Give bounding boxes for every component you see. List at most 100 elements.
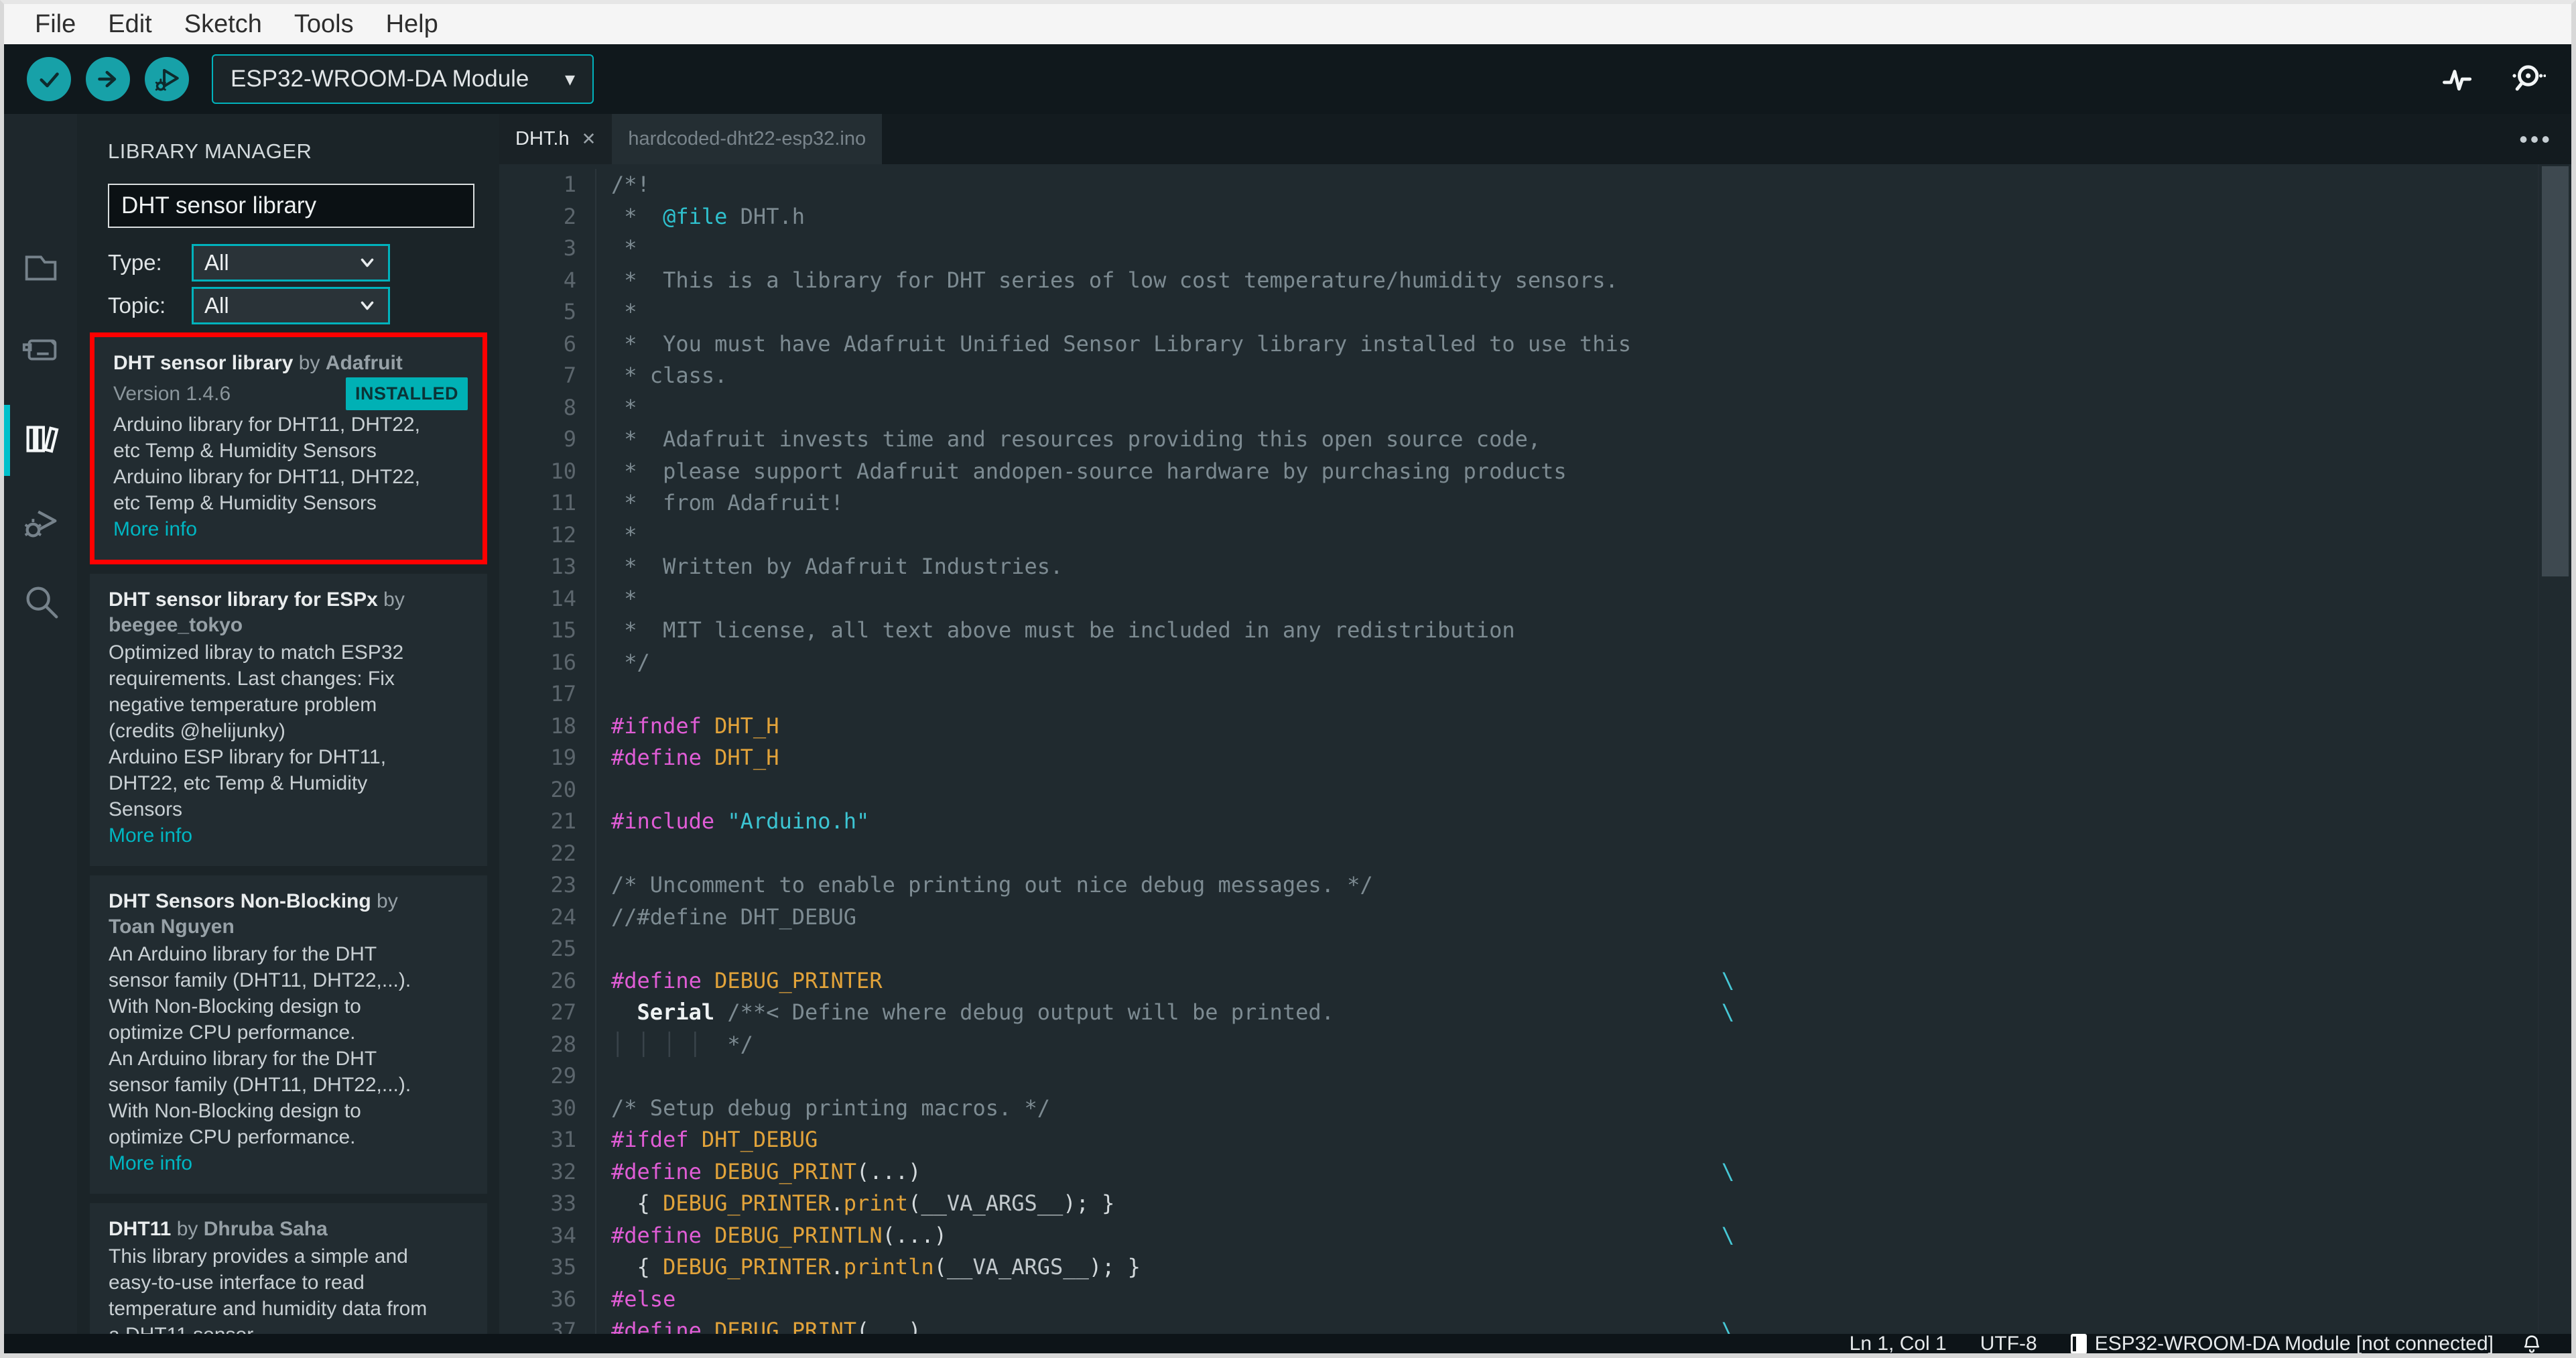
line-number: 14 [499, 582, 596, 615]
code-line: 18 #ifndef DHT_H [499, 710, 2571, 742]
code-line: 7 * class. [499, 360, 2571, 392]
scrollbar-thumb[interactable] [2542, 166, 2569, 576]
library-card-title: beegee_tokyo [109, 614, 243, 636]
debug-button[interactable] [145, 57, 189, 101]
cursor-position[interactable]: Ln 1, Col 1 [1850, 1333, 1947, 1354]
line-number: 16 [499, 646, 596, 678]
line-number: 23 [499, 869, 596, 902]
toolbar: ESP32-WROOM-DA Module ▾ [4, 44, 2571, 114]
library-card-0[interactable]: DHT sensor library by Adafruit Version 1.… [90, 332, 487, 564]
code-line: 11 * from Adafruit! [499, 487, 2571, 519]
code-line: 10 * please support Adafruit andopen-sou… [499, 455, 2571, 487]
code-line: 13 * Written by Adafruit Industries. [499, 551, 2571, 583]
more-info-link[interactable]: More info [109, 1150, 472, 1176]
code-line: 28 │ │ │ │ */ [499, 1028, 2571, 1060]
line-number: 1 [499, 169, 596, 201]
boards-manager-icon [20, 329, 62, 374]
line-number: 7 [499, 360, 596, 392]
topic-filter-row: Topic: All [108, 287, 499, 324]
activity-bar [4, 114, 77, 1334]
sidebar-item-search[interactable] [4, 574, 77, 634]
topic-filter-select[interactable]: All [192, 287, 390, 324]
library-description: This library provides a simple and easy-t… [109, 1245, 428, 1334]
tab-DHT.h[interactable]: DHT.h ✕ [499, 114, 613, 164]
menu-item-help[interactable]: Help [370, 4, 454, 44]
library-description: An Arduino library for the DHT sensor fam… [109, 943, 411, 1148]
code-line: 23/* Uncomment to enable printing out ni… [499, 869, 2571, 902]
board-chip-icon [2070, 1333, 2087, 1353]
more-info-link[interactable]: More info [109, 822, 472, 849]
library-card-1[interactable]: DHT sensor library for ESPx by beegee_tok… [90, 574, 487, 866]
type-filter-select[interactable]: All [192, 244, 390, 282]
line-number: 8 [499, 391, 596, 424]
line-number: 35 [499, 1251, 596, 1284]
code-line: 8 * [499, 391, 2571, 424]
line-number: 9 [499, 424, 596, 456]
library-card-2[interactable]: DHT Sensors Non-Blocking by Toan Nguyen An… [90, 875, 487, 1194]
board-selector[interactable]: ESP32-WROOM-DA Module ▾ [212, 54, 594, 104]
line-number: 37 [499, 1315, 596, 1334]
encoding[interactable]: UTF-8 [1980, 1333, 2037, 1354]
sidebar-item-boards-manager[interactable] [4, 321, 77, 381]
line-number: 34 [499, 1219, 596, 1251]
chevron-down-icon [361, 301, 374, 310]
menu-item-file[interactable]: File [19, 4, 92, 44]
board-status[interactable]: ESP32-WROOM-DA Module [not connected] [2070, 1333, 2494, 1353]
chevron-down-icon [361, 258, 374, 267]
tab-label: hardcoded-dht22-esp32.ino [628, 128, 866, 149]
more-info-link[interactable]: More info [113, 516, 468, 542]
code-line: 5 * [499, 296, 2571, 328]
code-line: 26 #define DEBUG_PRINTER \ [499, 965, 2571, 997]
line-number: 36 [499, 1283, 596, 1315]
code-line: 31 #ifdef DHT_DEBUG [499, 1124, 2571, 1156]
code-line: 22 [499, 837, 2571, 869]
verify-button[interactable] [27, 57, 71, 101]
code-line: 33 { DEBUG_PRINTER.print(__VA_ARGS__); } [499, 1188, 2571, 1220]
code-line: 27 Serial /**< Define where debug output… [499, 997, 2571, 1029]
code-editor[interactable]: 1/*! 2 * @file DHT.h 3 * 4 * This is a libr… [499, 164, 2571, 1334]
menu-item-edit[interactable]: Edit [92, 4, 168, 44]
line-number: 5 [499, 296, 596, 328]
line-number: 25 [499, 933, 596, 965]
line-number: 29 [499, 1060, 596, 1093]
menu-item-sketch[interactable]: Sketch [168, 4, 278, 44]
library-description: Arduino library for DHT11, DHT22, etc Tem… [113, 414, 420, 514]
line-number: 31 [499, 1124, 596, 1156]
line-number: 33 [499, 1188, 596, 1220]
library-books-icon [20, 418, 62, 463]
line-number: 4 [499, 264, 596, 296]
line-number: 6 [499, 328, 596, 360]
ellipsis-menu[interactable]: ••• [2519, 114, 2553, 164]
library-card-3[interactable]: DHT11 by Dhruba Saha This library provide… [90, 1203, 487, 1334]
tab-hardcoded-dht22-esp32.ino[interactable]: hardcoded-dht22-esp32.ino [612, 114, 883, 164]
line-number: 11 [499, 487, 596, 519]
code-line: 24//#define DHT_DEBUG [499, 901, 2571, 933]
code-line: 16 */ [499, 646, 2571, 678]
serial-monitor-icon[interactable] [2508, 60, 2546, 98]
line-number: 3 [499, 233, 596, 265]
line-number: 18 [499, 710, 596, 742]
code-line: 34 #define DEBUG_PRINTLN(...) \ [499, 1219, 2571, 1251]
code-line: 20 [499, 774, 2571, 806]
code-line: 15 * MIT license, all text above must be… [499, 615, 2571, 647]
sidebar-item-sketchbook[interactable] [4, 237, 77, 298]
sidebar-item-debug[interactable] [4, 493, 77, 554]
upload-button[interactable] [86, 57, 130, 101]
library-version: Version 1.4.6 [113, 382, 231, 405]
sidebar-item-library-manager[interactable] [4, 405, 77, 476]
line-number: 26 [499, 965, 596, 997]
code-line: 12 * [499, 519, 2571, 551]
board-selector-label: ESP32-WROOM-DA Module [231, 66, 529, 92]
code-line: 14 * [499, 582, 2571, 615]
line-number: 17 [499, 678, 596, 711]
notifications-bell-icon[interactable] [2520, 1333, 2543, 1354]
line-number: 22 [499, 837, 596, 869]
close-icon[interactable]: ✕ [582, 129, 596, 149]
arrow-right-icon [98, 70, 117, 88]
serial-plotter-icon[interactable] [2439, 60, 2476, 98]
library-search-input[interactable] [108, 184, 474, 228]
line-number: 32 [499, 1156, 596, 1188]
line-number: 30 [499, 1092, 596, 1124]
code-line: 25 [499, 933, 2571, 965]
menu-item-tools[interactable]: Tools [278, 4, 370, 44]
